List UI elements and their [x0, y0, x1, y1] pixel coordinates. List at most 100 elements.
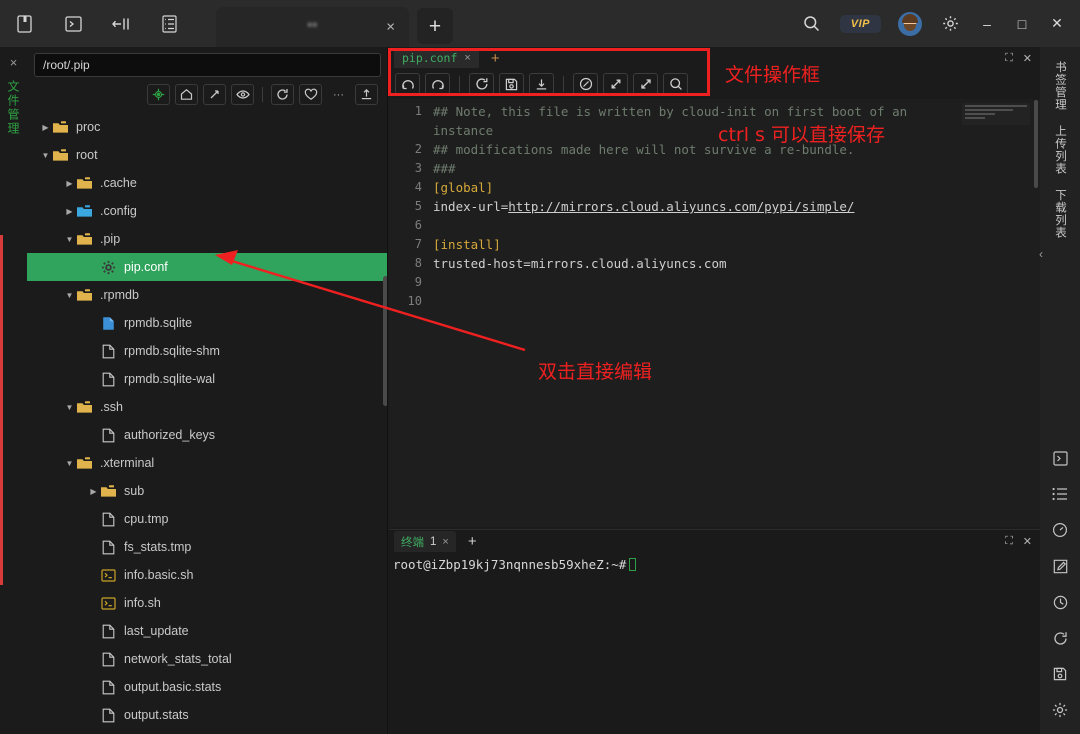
file-tree-row[interactable]: ▼ .xterminal [27, 449, 388, 477]
chevron-down-icon[interactable]: ▼ [39, 149, 52, 162]
file-tree-row[interactable]: ▼ .pip [27, 225, 388, 253]
file-tree-row[interactable]: network_stats_total [27, 645, 388, 673]
list-icon[interactable] [1048, 482, 1072, 506]
file-tree-row[interactable]: ▶ .config [27, 197, 388, 225]
code-scrollbar[interactable] [1034, 100, 1038, 188]
file-tree-row[interactable]: info.sh [27, 589, 388, 617]
file-tree-row[interactable]: authorized_keys [27, 421, 388, 449]
terminal-tab[interactable]: 终端 1 × [394, 531, 456, 552]
terminal-output[interactable]: root@iZbp19kj73nqnnesb59xheZ:~# [389, 553, 1040, 572]
left-rail-file-manager-label[interactable]: 文件管理 [5, 80, 22, 136]
right-rail-collapse-icon[interactable]: ‹ [1039, 247, 1043, 261]
right-rail-download-list-label[interactable]: 下载列表 [1052, 189, 1068, 239]
file-tree-row[interactable]: ▶ proc [27, 113, 388, 141]
edit-icon[interactable] [1048, 554, 1072, 578]
terminal-expand-button[interactable]: ⛶ [1005, 535, 1013, 548]
chevron-down-icon[interactable]: ▼ [63, 457, 76, 470]
file-tree-row[interactable]: ▼ .rpmdb [27, 281, 388, 309]
code-editor[interactable]: 1 ## Note, this file is written by cloud-… [389, 99, 1040, 527]
file-tree-row-selected[interactable]: pip.conf [27, 253, 388, 281]
save-icon[interactable] [1048, 662, 1072, 686]
eye-icon[interactable] [231, 84, 254, 105]
save-icon[interactable] [499, 73, 524, 95]
code-minimap[interactable] [962, 103, 1030, 125]
file-tree-row[interactable]: rpmdb.sqlite-wal [27, 365, 388, 393]
editor-new-tab-button[interactable]: + [491, 51, 500, 66]
terminal-icon[interactable] [62, 13, 84, 35]
chevron-right-icon[interactable]: ▶ [39, 121, 52, 134]
expand-icon[interactable] [203, 84, 226, 105]
editor-expand-button[interactable]: ⛶ [1005, 52, 1013, 65]
panel-divider[interactable] [387, 47, 388, 734]
path-input[interactable]: /root/.pip [34, 53, 381, 77]
file-tree-row[interactable]: cpu.tmp [27, 505, 388, 533]
editor-tab-pip-conf[interactable]: pip.conf × [394, 48, 479, 68]
code-line[interactable]: 3 ### [389, 159, 1040, 178]
code-line[interactable]: 1 ## Note, this file is written by cloud-… [389, 102, 1040, 121]
file-tree-row[interactable]: output.stats [27, 701, 388, 729]
left-rail-close-icon[interactable]: × [10, 55, 18, 70]
chevron-right-icon[interactable]: ▶ [87, 485, 100, 498]
file-tree-row[interactable]: last_update [27, 617, 388, 645]
file-tree-row[interactable]: info.basic.sh [27, 561, 388, 589]
code-line[interactable]: instance [389, 121, 1040, 140]
refresh-icon[interactable] [1048, 626, 1072, 650]
right-rail-bookmarks-label[interactable]: 书签管理 [1052, 61, 1068, 111]
terminal-new-tab-button[interactable]: + [468, 534, 477, 549]
redo-icon[interactable] [425, 73, 450, 95]
file-tree-row[interactable]: output.basic.stats [27, 673, 388, 701]
code-line[interactable]: 5 index-url=http://mirrors.cloud.aliyuncs… [389, 197, 1040, 216]
chevron-right-icon[interactable]: ▶ [63, 205, 76, 218]
editor-close-button[interactable]: ✕ [1023, 52, 1032, 65]
code-line[interactable]: 2 ## modifications made here will not sur… [389, 140, 1040, 159]
refresh-icon[interactable] [271, 84, 294, 105]
file-tree-row[interactable]: ▶ sub [27, 477, 388, 505]
undo-icon[interactable] [395, 73, 420, 95]
file-tree-row[interactable]: ▼ root [27, 141, 388, 169]
split-panel-icon[interactable] [110, 13, 132, 35]
home-icon[interactable] [175, 84, 198, 105]
avatar[interactable] [898, 11, 922, 36]
editor-tab-close-icon[interactable]: × [464, 52, 470, 64]
bookmark-icon[interactable] [14, 13, 36, 35]
expand-icon[interactable] [633, 73, 658, 95]
terminal-icon[interactable] [1048, 446, 1072, 470]
collapse-icon[interactable] [603, 73, 628, 95]
session-tab-close-icon[interactable]: × [386, 20, 395, 35]
server-list-icon[interactable] [158, 13, 180, 35]
code-line[interactable]: 9 [389, 273, 1040, 292]
chevron-down-icon[interactable]: ▼ [63, 233, 76, 246]
locate-target-icon[interactable] [147, 84, 170, 105]
code-line[interactable]: 8 trusted-host=mirrors.cloud.aliyuncs.com [389, 254, 1040, 273]
gear-icon[interactable] [1048, 698, 1072, 722]
history-clock-icon[interactable] [1048, 590, 1072, 614]
right-rail-upload-list-label[interactable]: 上传列表 [1052, 125, 1068, 175]
file-tree-row[interactable]: version [27, 729, 388, 734]
maximize-button[interactable]: □ [1013, 16, 1031, 32]
code-line[interactable]: 6 [389, 216, 1040, 235]
code-line[interactable]: 4 [global] [389, 178, 1040, 197]
search-icon[interactable] [663, 73, 688, 95]
session-tab[interactable]: ** × [216, 7, 409, 47]
gear-icon[interactable] [939, 13, 961, 35]
code-line[interactable]: 7 [install] [389, 235, 1040, 254]
minimize-button[interactable]: – [978, 16, 996, 32]
chevron-down-icon[interactable]: ▼ [63, 401, 76, 414]
new-tab-button[interactable]: + [417, 8, 453, 44]
compass-icon[interactable] [573, 73, 598, 95]
search-icon[interactable] [801, 13, 823, 35]
file-tree-row[interactable]: fs_stats.tmp [27, 533, 388, 561]
more-dots-icon[interactable]: ··· [327, 84, 350, 105]
favorite-heart-icon[interactable] [299, 84, 322, 105]
close-button[interactable]: ✕ [1048, 15, 1066, 32]
upload-icon[interactable] [355, 84, 378, 105]
chevron-down-icon[interactable]: ▼ [63, 289, 76, 302]
file-tree-row[interactable]: ▶ .cache [27, 169, 388, 197]
vip-badge[interactable]: VIP [839, 14, 881, 33]
terminal-tab-close-icon[interactable]: × [442, 536, 448, 548]
file-tree-row[interactable]: rpmdb.sqlite-shm [27, 337, 388, 365]
terminal-close-button[interactable]: ✕ [1023, 535, 1032, 548]
download-icon[interactable] [529, 73, 554, 95]
refresh-icon[interactable] [469, 73, 494, 95]
dashboard-icon[interactable] [1048, 518, 1072, 542]
